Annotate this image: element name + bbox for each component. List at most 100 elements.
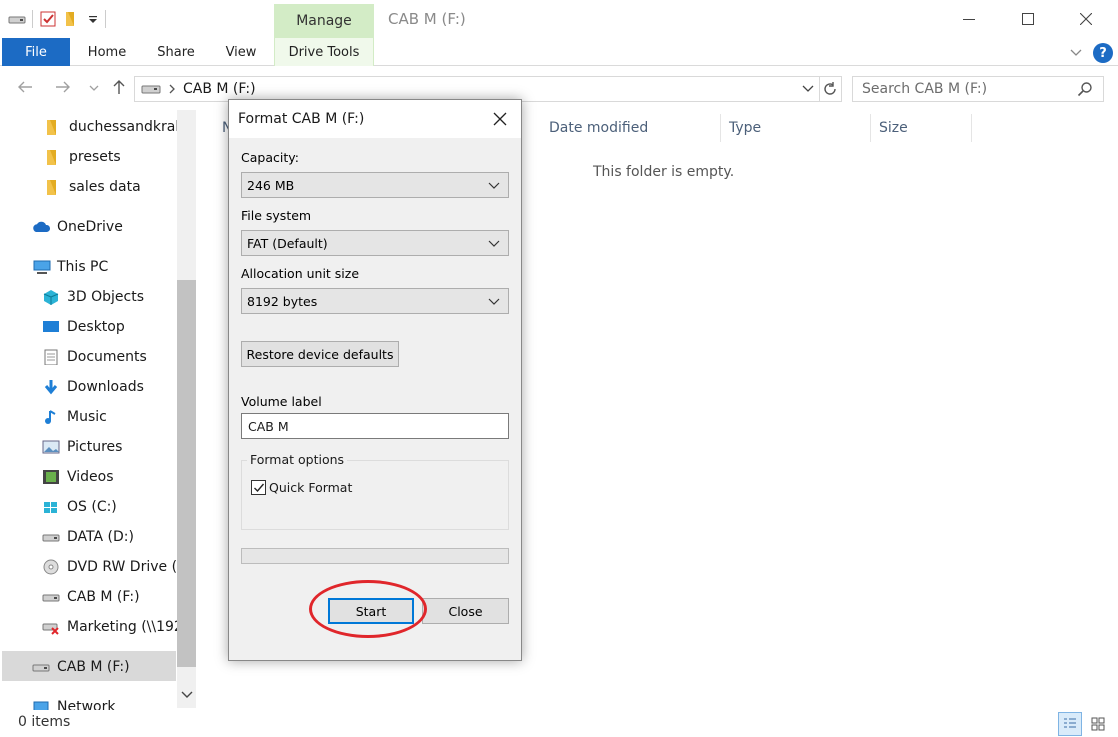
nav-item-duchessandkrake[interactable]: duchessandkrake [44, 112, 178, 142]
properties-icon[interactable] [39, 10, 57, 28]
tab-share[interactable]: Share [150, 38, 202, 66]
nav-item-cab-m-f[interactable]: CAB M (F:) [42, 582, 140, 612]
music-icon [42, 409, 60, 425]
forward-button[interactable] [54, 78, 72, 100]
nav-item-this-pc[interactable]: This PC [32, 252, 108, 282]
nav-item-label: duchessandkrake [69, 119, 178, 135]
close-window-button[interactable] [1063, 0, 1109, 38]
volume-label-label: Volume label [241, 394, 322, 409]
tab-file[interactable]: File [2, 38, 70, 66]
dvd-icon [42, 559, 60, 575]
recent-locations-button[interactable] [88, 80, 100, 99]
drive-icon [42, 529, 60, 545]
manage-tab[interactable]: Manage [274, 4, 374, 38]
maximize-button[interactable] [1005, 0, 1051, 38]
nav-item-label: CAB M (F:) [67, 589, 140, 605]
nav-item-3d-objects[interactable]: 3D Objects [42, 282, 144, 312]
maximize-icon [1022, 13, 1034, 25]
address-path: CAB M (F:) [183, 81, 256, 97]
tab-home[interactable]: Home [80, 38, 134, 66]
search-icon[interactable] [1077, 81, 1093, 101]
nav-item-desktop[interactable]: Desktop [42, 312, 125, 342]
capacity-value: 246 MB [247, 177, 295, 193]
chevron-down-icon [488, 240, 500, 247]
help-icon[interactable]: ? [1093, 43, 1113, 63]
quick-access-toolbar [8, 8, 106, 30]
quick-format-label[interactable]: Quick Format [269, 480, 352, 495]
arrow-up-icon [113, 80, 125, 94]
nav-item-cab-m-f-removable[interactable]: CAB M (F:) [32, 652, 130, 682]
large-icons-view-icon [1091, 717, 1105, 731]
minimize-button[interactable] [946, 0, 992, 38]
folder-icon [44, 179, 62, 195]
column-header-type[interactable]: Type [725, 114, 871, 142]
nav-item-sales-data[interactable]: sales data [44, 172, 141, 202]
column-header-date-modified[interactable]: Date modified [545, 114, 721, 142]
back-button[interactable] [16, 78, 34, 100]
nav-item-videos[interactable]: Videos [42, 462, 114, 492]
refresh-icon [823, 82, 836, 95]
chevron-down-icon [488, 182, 500, 189]
chevron-down-icon [802, 85, 814, 92]
checkmark-icon [253, 483, 264, 492]
details-view-button[interactable] [1058, 712, 1082, 736]
computer-icon [32, 259, 51, 275]
minimize-icon [963, 19, 975, 20]
windows-drive-icon [42, 499, 60, 515]
folder-icon [44, 119, 62, 135]
drive-icon[interactable] [8, 10, 26, 28]
nav-item-data-d[interactable]: DATA (D:) [42, 522, 134, 552]
nav-item-network[interactable]: Network [32, 692, 115, 710]
nav-item-label: DATA (D:) [67, 529, 134, 545]
large-icons-view-button[interactable] [1086, 712, 1110, 736]
filesystem-select[interactable]: FAT (Default) [241, 230, 509, 256]
nav-item-os-c[interactable]: OS (C:) [42, 492, 117, 522]
nav-item-label: OneDrive [57, 219, 123, 235]
volume-label-input[interactable]: CAB M [241, 413, 509, 439]
nav-item-label: Music [67, 409, 107, 425]
document-icon [42, 349, 60, 366]
folder-icon [44, 149, 62, 165]
close-button[interactable]: Close [422, 598, 509, 624]
customize-qat-icon[interactable] [87, 10, 99, 28]
drive-icon [42, 589, 60, 605]
search-placeholder: Search CAB M (F:) [862, 81, 988, 97]
nav-item-dvd-rw[interactable]: DVD RW Drive (I [42, 552, 178, 582]
tab-view[interactable]: View [218, 38, 264, 66]
close-icon [493, 112, 507, 126]
search-box[interactable]: Search CAB M (F:) [852, 76, 1104, 102]
expand-ribbon-button[interactable] [1068, 44, 1084, 64]
nav-scrollbar-thumb[interactable] [177, 280, 196, 667]
nav-item-pictures[interactable]: Pictures [42, 432, 122, 462]
refresh-button[interactable] [818, 76, 842, 102]
new-folder-icon[interactable] [63, 10, 81, 28]
navigation-pane: duchessandkrake presets sales data OneDr… [0, 110, 178, 710]
tab-drive-tools[interactable]: Drive Tools [274, 38, 374, 66]
dialog-close-button[interactable] [487, 106, 513, 132]
restore-defaults-button[interactable]: Restore device defaults [241, 341, 399, 367]
quick-format-checkbox[interactable] [251, 480, 266, 495]
nav-item-presets[interactable]: presets [44, 142, 121, 172]
nav-item-onedrive[interactable]: OneDrive [32, 212, 123, 242]
nav-item-label: This PC [57, 259, 109, 275]
up-button[interactable] [110, 78, 128, 100]
chevron-right-icon [169, 84, 175, 94]
column-header-size[interactable]: Size [875, 114, 972, 142]
window-title: CAB M (F:) [388, 10, 466, 28]
allocation-select[interactable]: 8192 bytes [241, 288, 509, 314]
nav-item-documents[interactable]: Documents [42, 342, 147, 372]
network-icon [32, 699, 50, 710]
capacity-select[interactable]: 246 MB [241, 172, 509, 198]
close-icon [1080, 13, 1092, 25]
scroll-down-button[interactable] [180, 688, 194, 706]
nav-item-downloads[interactable]: Downloads [42, 372, 144, 402]
nav-item-music[interactable]: Music [42, 402, 107, 432]
nav-item-label: OS (C:) [67, 499, 117, 515]
nav-item-label: Downloads [67, 379, 144, 395]
address-dropdown[interactable] [801, 81, 815, 99]
empty-folder-message: This folder is empty. [593, 164, 735, 180]
chevron-down-icon [89, 85, 99, 91]
network-drive-disconnected-icon [42, 619, 60, 635]
desktop-icon [42, 319, 60, 335]
nav-item-marketing[interactable]: Marketing (\\192 [42, 612, 178, 642]
